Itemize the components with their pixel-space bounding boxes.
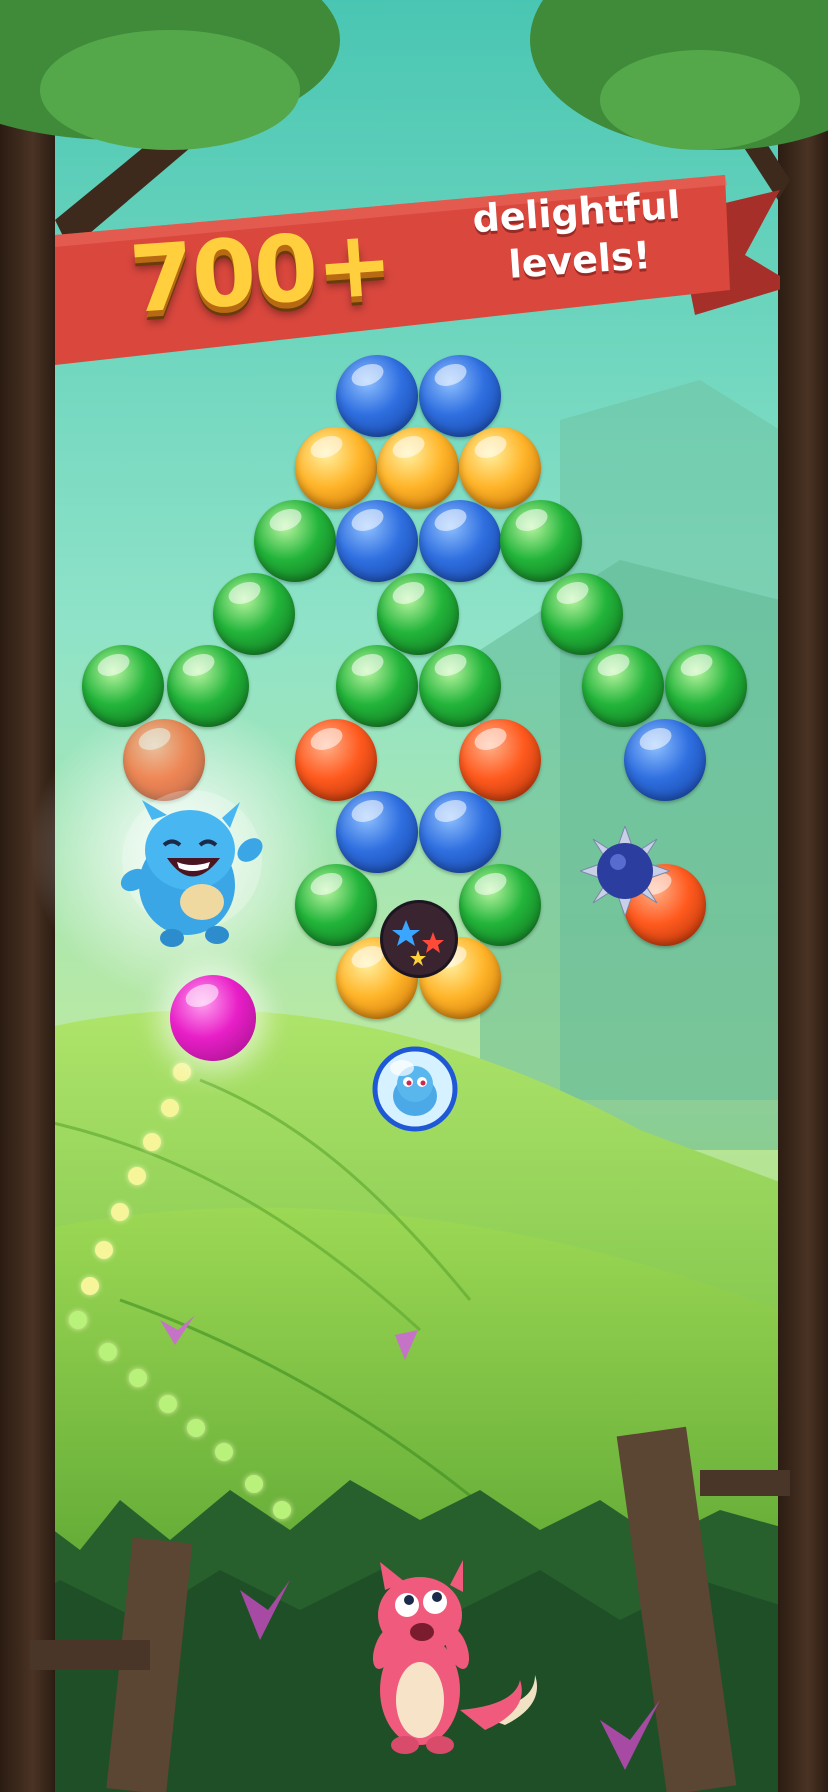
banner-subtitle: delightful levels! <box>445 179 711 293</box>
blue-bubble[interactable] <box>336 500 418 582</box>
spiky-mine-icon[interactable] <box>580 826 670 916</box>
green-bubble[interactable] <box>254 500 336 582</box>
green-bubble[interactable] <box>582 645 664 727</box>
blue-bubble[interactable] <box>419 500 501 582</box>
trajectory-dot <box>143 1133 161 1151</box>
green-bubble[interactable] <box>82 645 164 727</box>
green-bubble[interactable] <box>541 573 623 655</box>
blue-pet-character <box>120 790 263 947</box>
green-bubble[interactable] <box>459 864 541 946</box>
trapped-pet-icon[interactable] <box>372 1046 458 1132</box>
green-bubble[interactable] <box>665 645 747 727</box>
trajectory-dot <box>95 1241 113 1259</box>
blue-bubble[interactable] <box>336 791 418 873</box>
green-bubble[interactable] <box>213 573 295 655</box>
blue-bubble[interactable] <box>419 355 501 437</box>
game-stage[interactable]: 700+ delightful levels! <box>0 0 828 1792</box>
yellow-bubble[interactable] <box>377 427 459 509</box>
trajectory-dot <box>245 1475 263 1493</box>
trajectory-dot <box>69 1311 87 1329</box>
orange-bubble[interactable] <box>295 719 377 801</box>
trajectory-dot <box>129 1369 147 1387</box>
blue-bubble[interactable] <box>336 355 418 437</box>
trajectory-dot <box>215 1443 233 1461</box>
green-bubble[interactable] <box>419 645 501 727</box>
trajectory-dot <box>99 1343 117 1361</box>
trajectory-dot <box>159 1395 177 1413</box>
magenta-shot-bubble[interactable] <box>170 975 256 1061</box>
level-count-text: 700+ <box>126 209 395 334</box>
star-bomb-icon[interactable] <box>378 898 460 980</box>
trajectory-dot <box>128 1167 146 1185</box>
green-bubble[interactable] <box>336 645 418 727</box>
yellow-bubble[interactable] <box>459 427 541 509</box>
trajectory-dot <box>161 1099 179 1117</box>
yellow-bubble[interactable] <box>295 427 377 509</box>
orange-bubble[interactable] <box>459 719 541 801</box>
trajectory-dot <box>173 1063 191 1081</box>
green-bubble[interactable] <box>500 500 582 582</box>
trajectory-dot <box>81 1277 99 1295</box>
trajectory-dot <box>187 1419 205 1437</box>
pink-cat-character <box>372 1560 537 1754</box>
blue-bubble[interactable] <box>419 791 501 873</box>
trajectory-dot <box>273 1501 291 1519</box>
blue-bubble[interactable] <box>624 719 706 801</box>
green-bubble[interactable] <box>377 573 459 655</box>
green-bubble[interactable] <box>295 864 377 946</box>
green-bubble[interactable] <box>167 645 249 727</box>
trajectory-dot <box>111 1203 129 1221</box>
orange-bubble[interactable] <box>123 719 205 801</box>
